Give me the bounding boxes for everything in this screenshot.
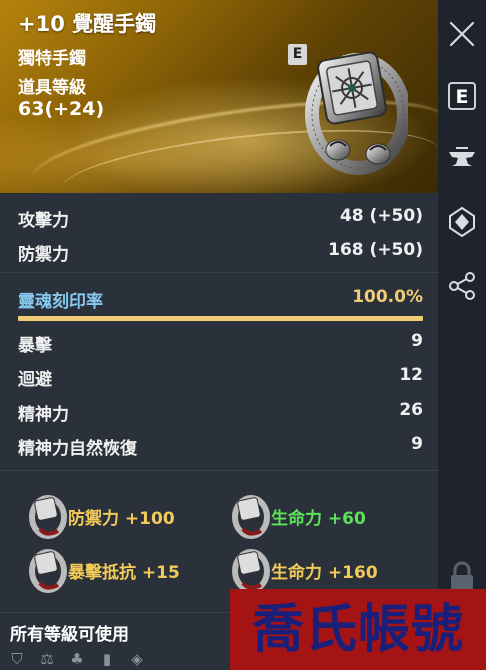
item-title: +10 覺醒手鐲 [18,12,157,36]
equip-e-icon: E [448,82,476,110]
soul-engrave-button[interactable] [438,192,486,252]
item-tooltip-panel: +10 覺醒手鐲 獨特手鐲 道具等級 63(+24) E 攻擊力 48 (+50… [0,0,438,670]
stat-row-attack: 攻擊力 48 (+50) [18,202,423,232]
bonus-option: 生命力 +60 [229,491,429,539]
stat-row-defense: 防禦力 168 (+50) [18,236,423,266]
bracelet-bonus-icon [29,549,67,593]
share-button[interactable] [438,256,486,316]
bracelet-bonus-icon [232,495,270,539]
class-icons-row: ⛉ ⚖ ♣ ▮ ◈ [8,650,146,670]
share-icon [449,272,475,300]
bracelet-bonus-icon [232,549,270,593]
bracelet-icon [305,51,408,175]
soul-engrave-row: 靈魂刻印率 100.0% [18,283,423,313]
bonus-text: 防禦力 +100 [68,509,175,529]
sub-stat-label: 迴避 [18,370,52,390]
book-class-icon: ▮ [102,650,112,668]
sub-stat-value: 12 [399,365,423,385]
bonus-text: 生命力 +160 [271,563,378,583]
sub-stat-row: 暴擊 9 [18,327,423,357]
usable-level-label: 所有等級可使用 [10,625,129,645]
stat-label: 防禦力 [18,245,69,265]
soul-engrave-label: 靈魂刻印率 [18,292,103,312]
enhance-button[interactable] [438,128,486,188]
stat-value: 168 (+50) [328,240,423,260]
equip-button[interactable]: E [438,66,486,126]
sub-stat-label: 暴擊 [18,336,52,356]
sub-stat-row: 迴避 12 [18,361,423,391]
divider [0,470,438,471]
bonus-text: 暴擊抵抗 +15 [68,563,180,583]
gem-class-icon: ◈ [131,650,143,668]
sub-stat-value: 9 [411,434,423,454]
watermark-stamp: 喬氏帳號 [230,589,486,670]
scales-class-icon: ⚖ [40,650,54,668]
item-level-label: 道具等級 [18,78,86,98]
bonus-option: 生命力 +160 [229,545,429,593]
bonus-option: 暴擊抵抗 +15 [26,545,216,593]
sub-stat-label: 精神力 [18,405,69,425]
soul-engrave-bar [18,316,423,321]
item-header: +10 覺醒手鐲 獨特手鐲 道具等級 63(+24) E [0,0,438,193]
watermark-text: 喬氏帳號 [251,598,464,660]
soul-engrave-value: 100.0% [352,287,423,307]
sub-stat-row: 精神力自然恢復 9 [18,430,423,460]
shield-class-icon: ⛉ [11,650,23,668]
close-icon [449,21,475,47]
bracelet-bonus-icon [29,495,67,539]
sub-stat-value: 9 [411,331,423,351]
action-sidebar: E [438,0,486,670]
item-level-value: 63(+24) [18,98,105,120]
equip-letter: E [456,86,469,108]
anvil-icon [449,147,475,166]
sub-stat-value: 26 [399,400,423,420]
sub-stat-row: 精神力 26 [18,396,423,426]
stat-label: 攻擊力 [18,211,69,231]
close-button[interactable] [438,4,486,64]
item-type: 獨特手鐲 [18,49,86,69]
bonus-text: 生命力 +60 [271,509,366,529]
divider [0,272,438,273]
sub-stat-label: 精神力自然恢復 [18,439,137,459]
pouch-class-icon: ♣ [70,650,84,668]
bonus-option: 防禦力 +100 [26,491,216,539]
equip-badge: E [288,44,307,65]
stat-value: 48 (+50) [339,206,423,226]
soul-gem-icon [449,206,475,238]
